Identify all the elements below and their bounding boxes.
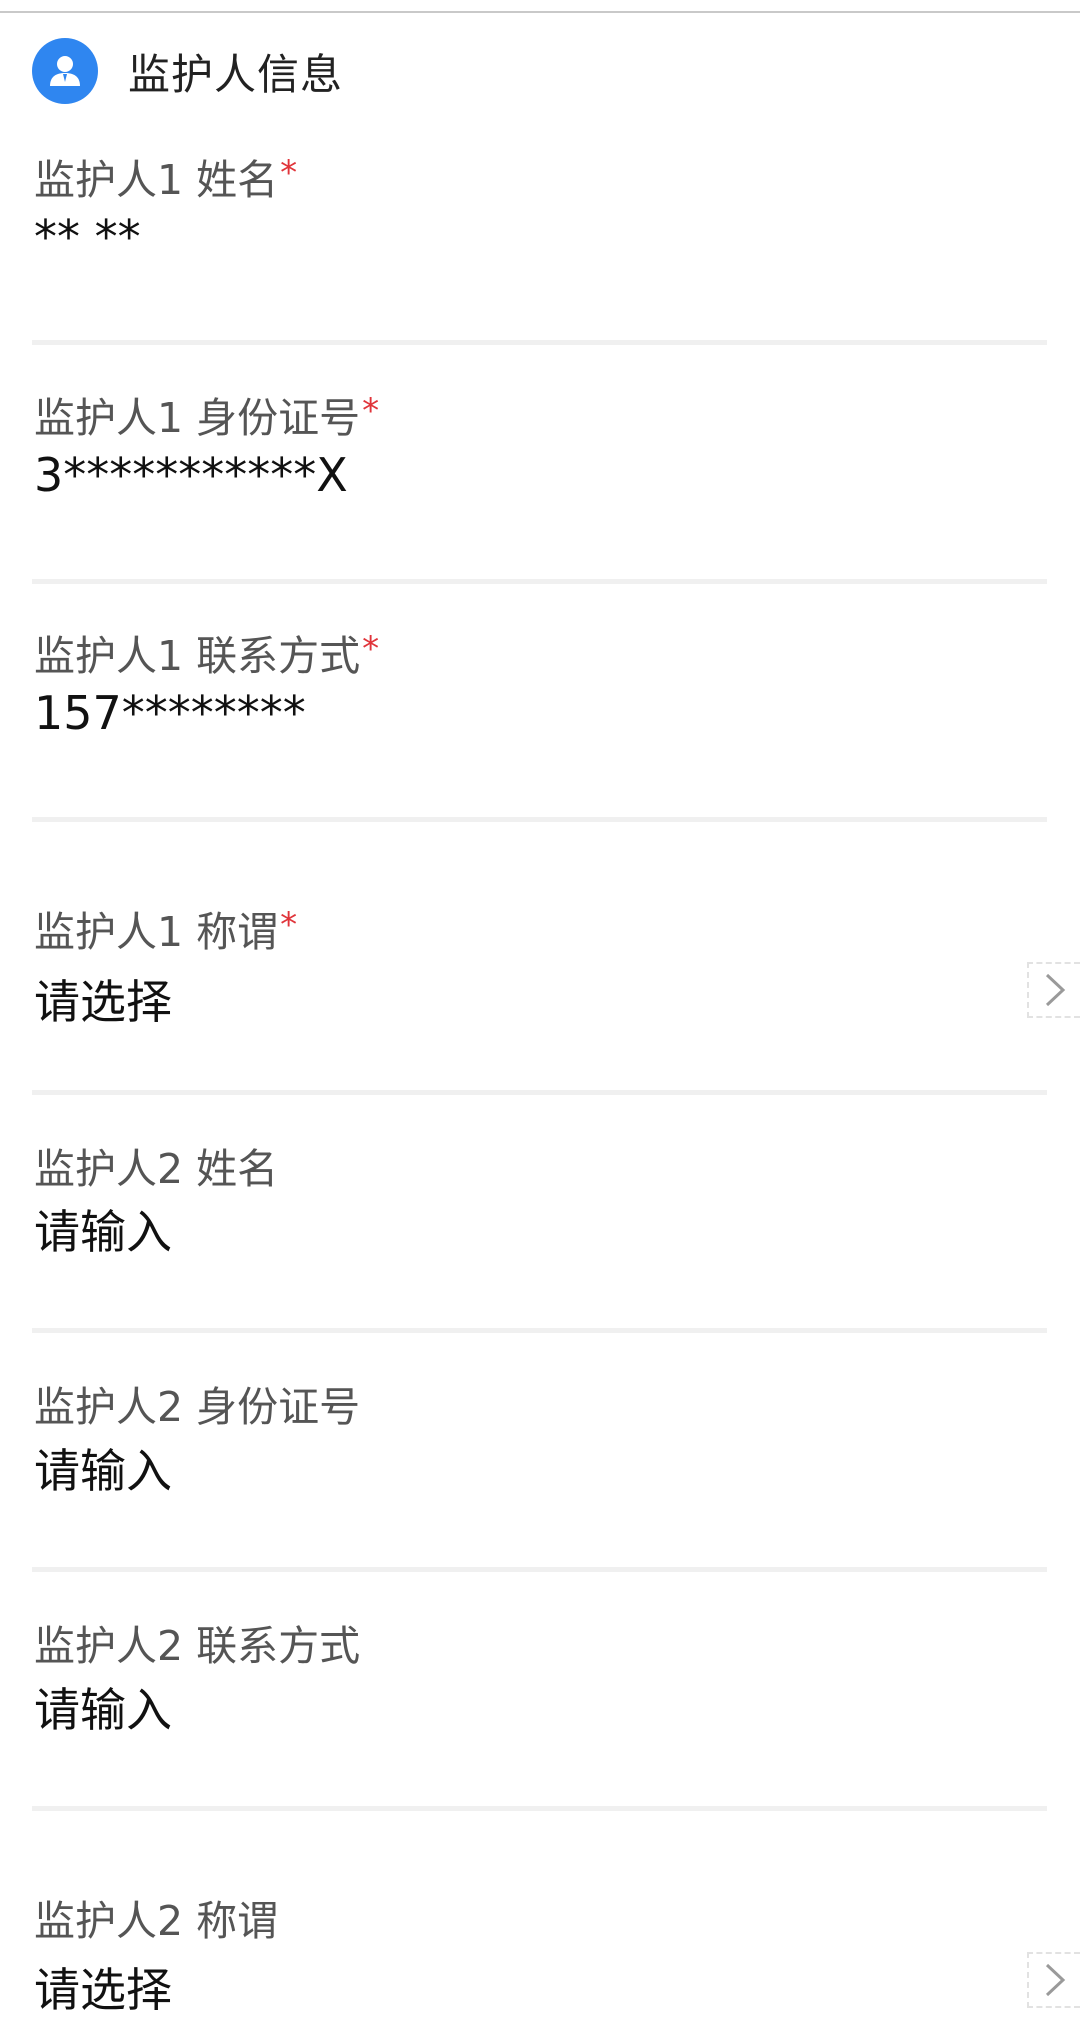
guardian1-phone-input[interactable]: 157******** [34, 686, 306, 740]
top-divider [0, 11, 1080, 13]
field-divider [32, 1328, 1047, 1333]
guardian1-relation-select[interactable]: 请选择 [34, 966, 172, 1032]
guardian1-phone-label: 监护人1 联系方式 [34, 632, 361, 680]
field-label: 监护人1 姓名* [34, 146, 297, 206]
chevron-right-icon[interactable] [1027, 1952, 1080, 2008]
guardian2-name-label: 监护人2 姓名 [34, 1145, 279, 1193]
section-title: 监护人信息 [128, 49, 344, 99]
field-label: 监护人2 身份证号 [34, 1373, 360, 1433]
guardian2-phone-label: 监护人2 联系方式 [34, 1622, 361, 1670]
guardian2-name-input[interactable]: 请输入 [34, 1196, 172, 1262]
person-avatar-icon [32, 38, 98, 104]
field-divider [32, 1090, 1047, 1095]
guardian1-relation-label: 监护人1 称谓 [34, 908, 279, 956]
guardian1-id-label: 监护人1 身份证号 [34, 394, 361, 442]
field-divider [32, 1806, 1047, 1811]
field-divider [32, 1567, 1047, 1572]
guardian1-name-input[interactable]: ** ** [34, 210, 141, 264]
field-divider [32, 817, 1047, 822]
guardian2-relation-label: 监护人2 称谓 [34, 1897, 279, 1945]
field-divider [32, 579, 1047, 584]
chevron-right-icon[interactable] [1027, 962, 1080, 1018]
section-header: 监护人信息 [32, 38, 343, 104]
guardian2-phone-input[interactable]: 请输入 [34, 1674, 172, 1740]
guardian2-relation-select[interactable]: 请选择 [34, 1954, 172, 2020]
field-label: 监护人2 联系方式 [34, 1612, 360, 1672]
guardian1-id-input[interactable]: 3***********X [34, 448, 348, 502]
required-marker: * [362, 629, 380, 669]
guardian2-id-label: 监护人2 身份证号 [34, 1383, 361, 1431]
field-label: 监护人1 身份证号* [34, 384, 379, 444]
required-marker: * [280, 153, 298, 193]
field-label: 监护人2 姓名 [34, 1135, 278, 1195]
field-label: 监护人1 称谓* [34, 898, 297, 958]
field-label: 监护人2 称谓 [34, 1887, 278, 1947]
guardian2-id-input[interactable]: 请输入 [34, 1435, 172, 1501]
required-marker: * [280, 905, 298, 945]
guardian1-name-label: 监护人1 姓名 [34, 156, 279, 204]
required-marker: * [362, 391, 380, 431]
field-divider [32, 340, 1047, 345]
field-label: 监护人1 联系方式* [34, 622, 379, 682]
